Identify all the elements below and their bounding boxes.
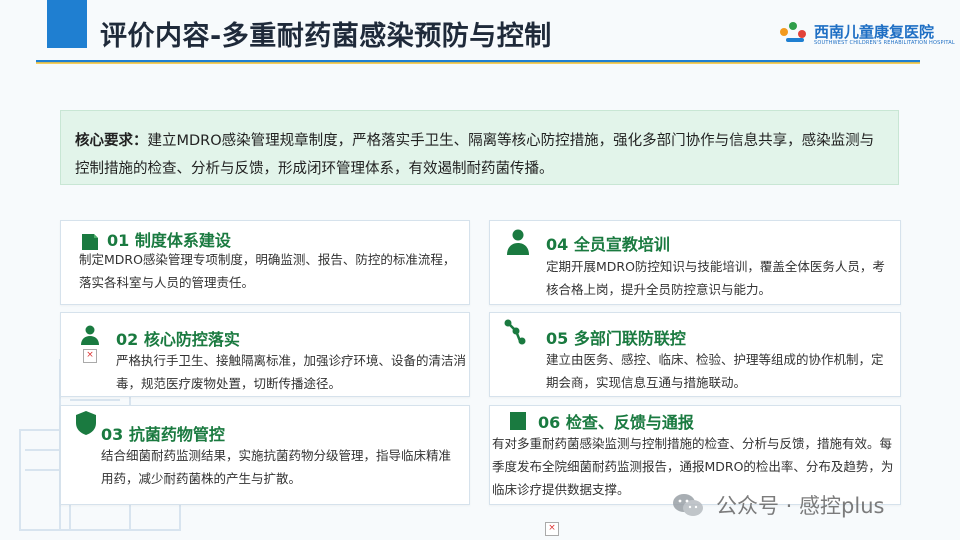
card-title: 04 全员宣教培训 (546, 235, 670, 254)
header-divider-accent (36, 62, 920, 64)
person-icon (81, 325, 99, 345)
hospital-logo: 西南儿童康复医院 SOUTHWEST CHILDREN'S REHABILITA… (780, 22, 955, 48)
card-text: 结合细菌耐药监测结果，实施抗菌药物分级管理，指导临床精准用药，减少耐药菌株的产生… (101, 448, 452, 486)
page-title: 评价内容-多重耐药菌感染预防与控制 (100, 21, 552, 52)
core-requirement-box: 核心要求：建立MDRO感染管理规章制度，严格落实手卫生、隔离等核心防控措施，强化… (60, 110, 899, 185)
logo-subtitle: SOUTHWEST CHILDREN'S REHABILITATION HOSP… (814, 40, 955, 46)
card-system-building: 01 制度体系建设 制定MDRO感染管理专项制度，明确监测、报告、防控的标准流程… (60, 220, 470, 305)
card-antibiotic-control: 03 抗菌药物管控 结合细菌耐药监测结果，实施抗菌药物分级管理，指导临床精准用药… (60, 405, 470, 505)
core-requirement-label: 核心要求： (75, 133, 148, 149)
card-title: 03 抗菌药物管控 (101, 425, 225, 444)
shield-icon (76, 411, 96, 435)
wechat-icon (673, 494, 703, 516)
broken-image-icon: × (83, 349, 97, 363)
broken-image-icon: × (545, 522, 559, 536)
logo-name: 西南儿童康复医院 (814, 23, 935, 41)
document-icon (510, 412, 526, 430)
card-title: 02 核心防控落实 (116, 330, 240, 349)
card-text: 制定MDRO感染管理专项制度，明确监测、报告、防控的标准流程，落实各科室与人员的… (79, 252, 456, 290)
person-icon (507, 229, 529, 255)
card-staff-training: 04 全员宣教培训 定期开展MDRO防控知识与技能培训，覆盖全体医务人员，考核合… (489, 220, 901, 305)
network-icon (504, 319, 526, 345)
card-multi-department: 05 多部门联防联控 建立由医务、感控、临床、检验、护理等组成的协作机制，定期会… (489, 312, 901, 397)
card-text: 定期开展MDRO防控知识与技能培训，覆盖全体医务人员，考核合格上岗，提升全员防控… (546, 259, 885, 297)
card-text: 严格执行手卫生、接触隔离标准，加强诊疗环境、设备的清洁消毒，规范医疗废物处置，切… (116, 353, 467, 391)
core-requirement-text: 建立MDRO感染管理规章制度，严格落实手卫生、隔离等核心防控措施，强化多部门协作… (75, 133, 875, 177)
card-title: 06 检查、反馈与通报 (538, 413, 694, 432)
logo-figures-icon (780, 22, 810, 48)
watermark-text: 公众号 · 感控plus (716, 494, 885, 518)
card-core-control: × 02 核心防控落实 严格执行手卫生、接触隔离标准，加强诊疗环境、设备的清洁消… (60, 312, 470, 397)
header-accent-block (47, 0, 87, 48)
wechat-watermark: 公众号 · 感控plus (672, 490, 884, 520)
card-text: 建立由医务、感控、临床、检验、护理等组成的协作机制，定期会商，实现信息互通与措施… (546, 352, 884, 390)
card-title: 05 多部门联防联控 (546, 329, 686, 348)
